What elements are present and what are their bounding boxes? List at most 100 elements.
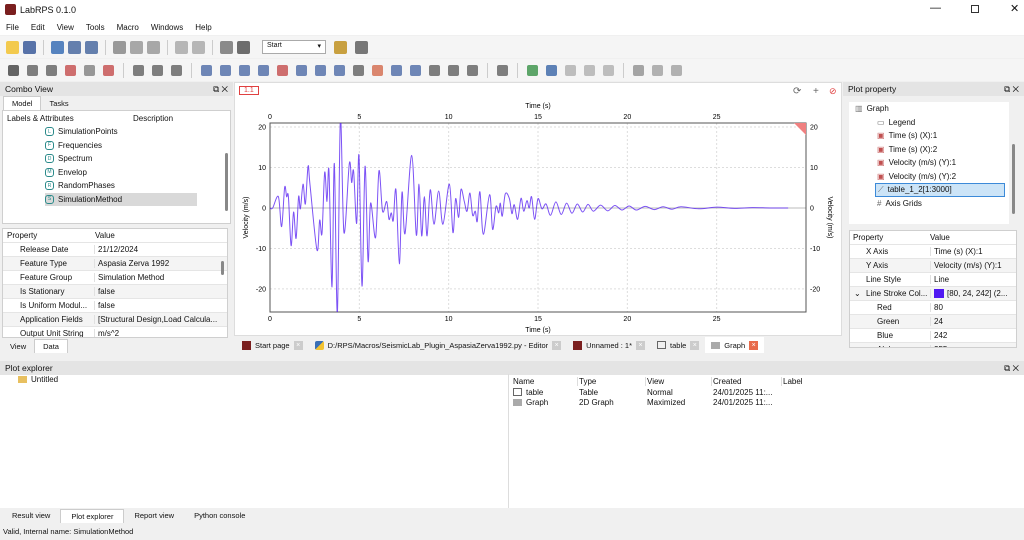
property-value-cell[interactable]: 80 bbox=[931, 303, 943, 312]
data-picker-icon[interactable] bbox=[65, 64, 76, 76]
property-row[interactable]: Feature Group Simulation Method bbox=[3, 271, 227, 285]
scrollbar[interactable] bbox=[221, 261, 224, 275]
cube-icon[interactable] bbox=[372, 64, 383, 76]
float-close-icons[interactable]: ⧉ ✕ bbox=[1004, 363, 1019, 374]
tree-root[interactable]: Graph bbox=[867, 104, 889, 113]
doc-tab[interactable]: Start page × bbox=[236, 337, 309, 353]
property-value-cell[interactable]: Time (s) (X):1 bbox=[931, 247, 983, 256]
property-value-cell[interactable]: 242 bbox=[931, 331, 947, 340]
add-icon[interactable] bbox=[652, 64, 663, 76]
close-tab-icon[interactable]: × bbox=[636, 340, 646, 350]
plot-tree-item[interactable]: ▭ Legend bbox=[849, 116, 1009, 130]
property-value[interactable]: Simulation Method bbox=[95, 273, 219, 282]
folder-untitled[interactable]: Untitled bbox=[31, 375, 58, 384]
list-item[interactable]: table Table Normal 24/01/2025 11:... bbox=[512, 387, 1022, 397]
series-line[interactable] bbox=[270, 118, 789, 314]
menu-macro[interactable]: Macro bbox=[117, 23, 139, 32]
column-header[interactable]: Label bbox=[782, 377, 842, 386]
sum-icon[interactable] bbox=[429, 64, 440, 76]
refresh-icon[interactable] bbox=[220, 40, 233, 54]
property-value[interactable]: [Structural Design,Load Calcula... bbox=[95, 315, 219, 324]
eraser-icon[interactable] bbox=[103, 64, 114, 76]
arrow-right-icon[interactable] bbox=[546, 64, 557, 76]
macro-edit-icon[interactable] bbox=[334, 40, 347, 54]
plot-property-row[interactable]: Red 80 bbox=[850, 301, 1016, 315]
close-tab-icon[interactable]: × bbox=[690, 340, 700, 350]
new-icon[interactable] bbox=[6, 40, 19, 54]
property-value-cell[interactable]: [80, 24, 242] (2... bbox=[931, 289, 1007, 298]
plot-tree-item[interactable]: ▣ Time (s) (X):1 bbox=[849, 129, 1009, 143]
plot-property-row[interactable]: Y Axis Velocity (m/s) (Y):1 bbox=[850, 259, 1016, 273]
property-value[interactable]: false bbox=[95, 301, 219, 310]
doc-tab[interactable]: Unnamed : 1* × bbox=[567, 337, 651, 353]
list-item[interactable]: Graph 2D Graph Maximized 24/01/2025 11:... bbox=[512, 397, 1022, 407]
tab-plot-explorer[interactable]: Plot explorer bbox=[60, 509, 125, 523]
tab-view[interactable]: View bbox=[2, 340, 34, 353]
plot-tree-item[interactable]: # Axis Grids bbox=[849, 197, 1009, 211]
cut-icon[interactable] bbox=[113, 40, 126, 54]
plot-property-row[interactable]: Line Style Line bbox=[850, 273, 1016, 287]
tab-report-view[interactable]: Report view bbox=[124, 509, 184, 523]
disable-icon[interactable] bbox=[497, 64, 508, 76]
column-header[interactable]: Name bbox=[512, 376, 578, 386]
target-icon[interactable] bbox=[46, 64, 57, 76]
tab-python-console[interactable]: Python console bbox=[184, 509, 255, 523]
column-header[interactable]: Created bbox=[712, 376, 782, 386]
close-tab-icon[interactable]: × bbox=[293, 340, 303, 350]
color-swatch[interactable] bbox=[934, 289, 944, 298]
float-close-icons[interactable]: ⧉ ✕ bbox=[213, 84, 228, 95]
scrollbar[interactable] bbox=[225, 153, 228, 211]
workbench-select[interactable]: Start ▾ bbox=[262, 40, 326, 54]
tree-item[interactable]: D Spectrum bbox=[45, 152, 230, 166]
open-icon[interactable] bbox=[51, 40, 64, 54]
scatter-icon[interactable] bbox=[239, 64, 250, 76]
zoom-fit-icon[interactable] bbox=[152, 64, 163, 76]
tree-item[interactable]: M Envelop bbox=[45, 166, 230, 180]
zoom-icon[interactable] bbox=[171, 64, 182, 76]
plot-property-row[interactable]: Green 24 bbox=[850, 315, 1016, 329]
close-tab-icon[interactable]: × bbox=[552, 340, 562, 350]
close-tab-icon[interactable]: × bbox=[749, 340, 759, 350]
plot-tree-item[interactable]: ▣ Time (s) (X):2 bbox=[849, 143, 1009, 157]
3d-plot-icon[interactable] bbox=[391, 64, 402, 76]
menu-edit[interactable]: Edit bbox=[31, 23, 45, 32]
pointer-icon[interactable] bbox=[8, 64, 19, 76]
tab-model[interactable]: Model bbox=[3, 96, 42, 110]
property-value[interactable]: 21/12/2024 bbox=[95, 245, 219, 254]
tree-item[interactable]: F Frequencies bbox=[45, 139, 230, 153]
matrix-icon[interactable] bbox=[410, 64, 421, 76]
globe-icon[interactable] bbox=[527, 64, 538, 76]
menu-tools[interactable]: Tools bbox=[86, 23, 105, 32]
property-row[interactable]: Output Unit String m/s^2 bbox=[3, 327, 227, 337]
menu-file[interactable]: File bbox=[6, 23, 19, 32]
property-value-cell[interactable]: 255 bbox=[931, 345, 947, 347]
doc-tab[interactable]: table × bbox=[651, 337, 705, 353]
redo-icon[interactable] bbox=[192, 40, 205, 54]
scrollbar[interactable] bbox=[1012, 144, 1015, 214]
macro-run-icon[interactable] bbox=[355, 40, 368, 54]
velocity-chart[interactable]: 0 0 5 5 10 10 15 15 20 20 25 25 20 20 10 10 0 0 -10 -10 -20 -… bbox=[236, 96, 840, 336]
plot-property-row[interactable]: ⌄ Line Stroke Col... [80, 24, 242] (2... bbox=[850, 287, 1016, 301]
close-button[interactable]: ✕ bbox=[1010, 2, 1019, 15]
menu-help[interactable]: Help bbox=[195, 23, 211, 32]
plot-area-icon[interactable] bbox=[258, 64, 269, 76]
forward-icon[interactable] bbox=[584, 64, 595, 76]
whats-this-icon[interactable] bbox=[237, 40, 250, 54]
maximize-button[interactable] bbox=[971, 5, 979, 13]
hand-icon[interactable] bbox=[84, 64, 95, 76]
property-value-cell[interactable]: Line bbox=[931, 275, 949, 284]
crosshair-icon[interactable] bbox=[27, 64, 38, 76]
stop-icon[interactable] bbox=[633, 64, 644, 76]
axis-icon[interactable] bbox=[201, 64, 212, 76]
property-row[interactable]: Is Uniform Modul... false bbox=[3, 299, 227, 313]
bar-chart-icon[interactable] bbox=[296, 64, 307, 76]
menu-windows[interactable]: Windows bbox=[151, 23, 183, 32]
copy-icon[interactable] bbox=[130, 40, 143, 54]
plot-tree-item[interactable]: ▣ Velocity (m/s) (Y):1 bbox=[849, 156, 1009, 170]
tree-item[interactable]: R RandomPhases bbox=[45, 179, 230, 193]
plot-property-row[interactable]: X Axis Time (s) (X):1 bbox=[850, 245, 1016, 259]
move-icon[interactable] bbox=[133, 64, 144, 76]
stack-icon[interactable] bbox=[334, 64, 345, 76]
tree-item[interactable]: L SimulationPoints bbox=[45, 125, 230, 139]
column-header[interactable]: Type bbox=[578, 376, 646, 386]
